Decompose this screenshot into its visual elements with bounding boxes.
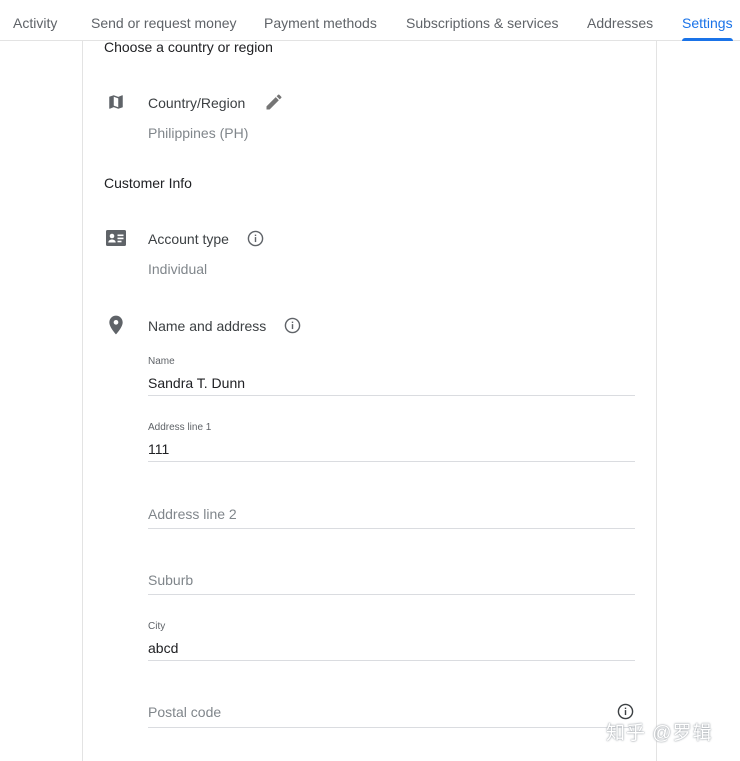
country-region-value: Philippines (PH): [148, 125, 249, 141]
name-field[interactable]: Name Sandra T. Dunn: [148, 338, 635, 396]
location-pin-icon: [107, 315, 125, 335]
tab-addresses[interactable]: Addresses: [587, 0, 653, 41]
tab-send-or-request-money[interactable]: Send or request money: [91, 0, 237, 41]
postal-code-field[interactable]: Postal code: [148, 670, 635, 728]
map-icon: [106, 93, 126, 111]
country-region-label: Country/Region: [148, 95, 246, 111]
tab-settings[interactable]: Settings: [682, 0, 733, 41]
city-field[interactable]: City abcd: [148, 603, 635, 661]
address-line-1-value: 111: [148, 441, 170, 457]
watermark: 知乎 @罗辑: [606, 723, 713, 744]
customer-info-title: Customer Info: [104, 175, 192, 191]
info-icon[interactable]: [246, 229, 265, 248]
account-type-label: Account type: [148, 231, 229, 247]
address-line-2-field[interactable]: Address line 2: [148, 471, 635, 529]
contact-card-icon: [106, 229, 126, 247]
postal-code-placeholder: Postal code: [148, 704, 222, 720]
address-line-1-label: Address line 1: [148, 422, 212, 433]
edit-pencil-icon[interactable]: [263, 91, 285, 113]
name-and-address-label: Name and address: [148, 318, 267, 334]
name-field-value: Sandra T. Dunn: [148, 375, 246, 391]
city-field-value: abcd: [148, 640, 179, 656]
address-line-1-field[interactable]: Address line 1 111: [148, 404, 635, 462]
tab-activity[interactable]: Activity: [13, 0, 57, 41]
account-type-value: Individual: [148, 261, 208, 277]
suburb-field[interactable]: Suburb: [148, 537, 635, 595]
suburb-placeholder: Suburb: [148, 572, 194, 588]
tab-payment-methods[interactable]: Payment methods: [264, 0, 377, 41]
country-section-title: Choose a country or region: [104, 39, 273, 55]
city-field-label: City: [148, 621, 166, 632]
name-field-label: Name: [148, 356, 175, 367]
tab-subscriptions-services[interactable]: Subscriptions & services: [406, 0, 559, 41]
info-icon[interactable]: [283, 316, 302, 335]
top-nav-tabs: Activity Send or request money Payment m…: [0, 0, 740, 41]
address-line-2-placeholder: Address line 2: [148, 506, 237, 522]
